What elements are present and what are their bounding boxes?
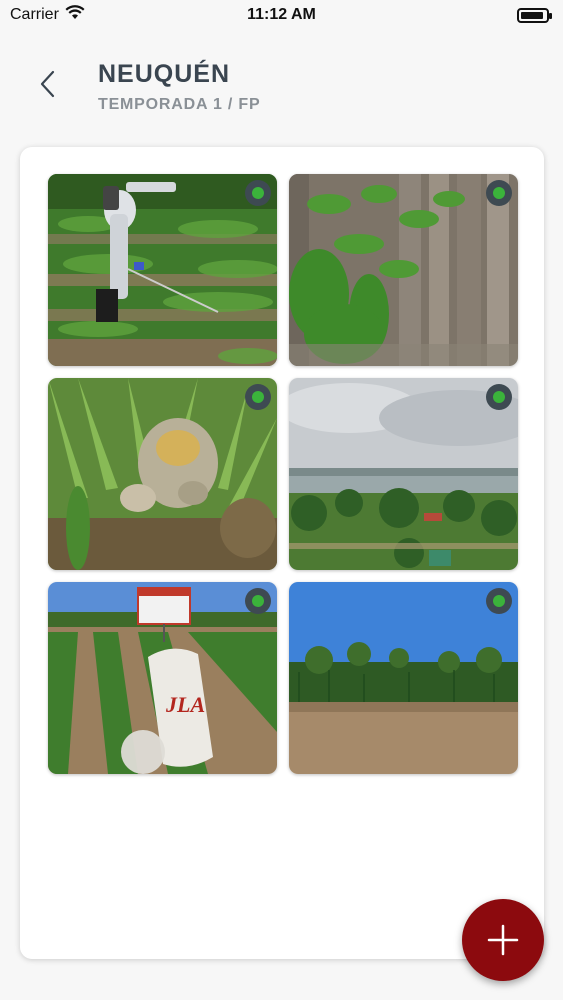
carrier-label: Carrier — [10, 6, 59, 23]
status-dot-icon — [245, 180, 271, 206]
page-title: NEUQUÉN — [98, 60, 231, 88]
status-left: Carrier — [10, 5, 85, 25]
photo-sample-bag-field[interactable]: JLA — [48, 582, 277, 774]
photo-image — [289, 174, 518, 366]
photo-lake-landscape[interactable] — [289, 378, 518, 570]
add-photo-button[interactable] — [462, 899, 544, 981]
photo-image — [48, 174, 277, 366]
battery-icon — [517, 7, 552, 23]
wifi-icon — [65, 5, 85, 25]
photo-cornfield-soil[interactable] — [289, 582, 518, 774]
photo-image — [48, 378, 277, 570]
status-dot-icon — [486, 180, 512, 206]
chevron-left-icon — [40, 70, 55, 98]
photo-image — [289, 378, 518, 570]
plus-icon — [487, 924, 519, 956]
photo-image — [289, 582, 518, 774]
photo-gallery-card: JLA — [20, 147, 544, 959]
photo-corn-ear-damage[interactable] — [48, 378, 277, 570]
photo-plants-by-fence[interactable] — [289, 174, 518, 366]
status-dot-icon — [245, 588, 271, 614]
status-dot-icon — [486, 588, 512, 614]
status-dot-icon — [245, 384, 271, 410]
status-bar: Carrier 11:12 AM — [0, 0, 563, 30]
status-dot-icon — [486, 384, 512, 410]
photo-worker-spraying-field[interactable] — [48, 174, 277, 366]
page-subtitle: TEMPORADA 1 / FP — [98, 96, 261, 113]
back-button[interactable] — [30, 64, 66, 104]
screen: Carrier 11:12 AM NEUQUÉN TEMPORADA 1 / F… — [0, 0, 563, 1000]
sample-bag-brand: JLA — [165, 692, 205, 717]
photo-image: JLA — [48, 582, 277, 774]
